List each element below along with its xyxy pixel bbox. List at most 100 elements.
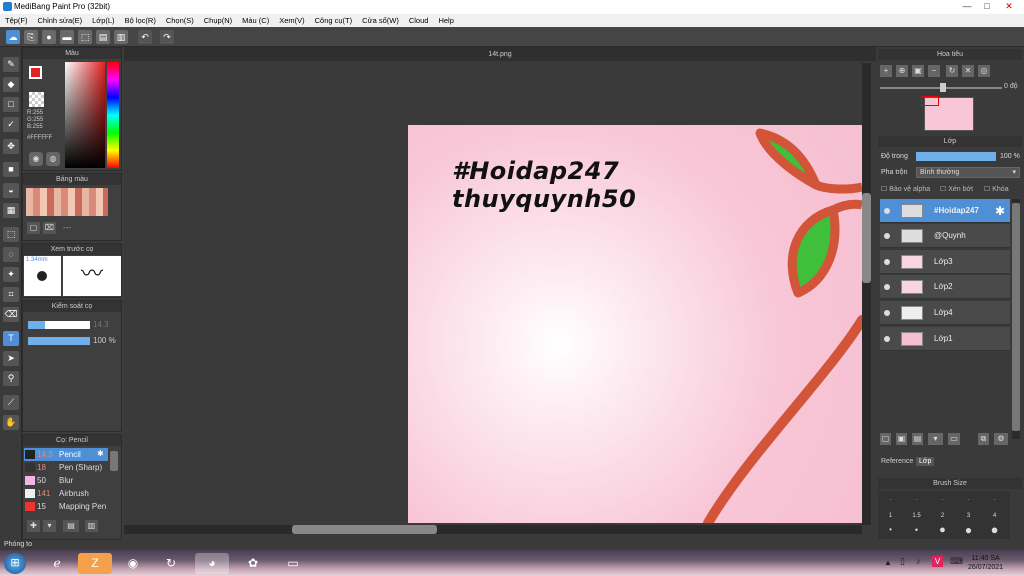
menu-cloud[interactable]: Cloud <box>404 14 434 27</box>
layer-row[interactable]: Lớp3 <box>880 250 1010 274</box>
new-palette-icon[interactable]: ▢ <box>27 222 40 234</box>
volume-icon[interactable]: ♪ <box>916 556 921 566</box>
start-button-icon[interactable]: ⊞ <box>4 553 26 574</box>
hand-tool-icon[interactable]: ✋ <box>3 415 19 430</box>
brush-item[interactable]: 18 Pen (Sharp) <box>24 461 108 474</box>
new-layer-icon[interactable]: ▢ <box>880 433 891 445</box>
fit-window-icon[interactable]: ▣ <box>912 65 924 77</box>
duplicate-layer-icon[interactable]: ⧉ <box>978 433 989 445</box>
palette-picker-icon[interactable]: ◍ <box>46 152 60 166</box>
layer-row[interactable]: #Hoidap247 ✱ <box>880 199 1010 223</box>
undo-icon[interactable]: ↶ <box>138 30 152 44</box>
clipping-checkbox[interactable]: ☐ Xén bớt <box>940 185 973 193</box>
menu-help[interactable]: Help <box>433 14 458 27</box>
brush-opacity-slider[interactable] <box>28 337 90 345</box>
brush-item[interactable]: 15 Mapping Pen <box>24 500 108 513</box>
document-tab[interactable]: 14t.png <box>124 48 876 61</box>
navigator-thumbnail[interactable] <box>921 96 974 131</box>
menu-window[interactable]: Cửa sổ(W) <box>357 14 404 27</box>
zoom-fit-icon[interactable]: ⊕ <box>896 65 908 77</box>
new-layer-1bit-icon[interactable]: ▤ <box>912 433 923 445</box>
primary-color-swatch[interactable] <box>29 66 42 79</box>
layer-visibility-icon[interactable] <box>884 208 890 214</box>
vertical-scrollbar[interactable] <box>862 63 871 525</box>
brush-size-grid[interactable]: · · · · · 1 1.5 2 3 4 • • ● ● ● <box>878 491 1010 539</box>
layer-visibility-icon[interactable] <box>884 259 890 265</box>
palette-wheel-icon[interactable]: ◉ <box>29 152 43 166</box>
rect-select-icon[interactable]: ⬚ <box>3 227 19 242</box>
brush-item[interactable]: 141 Airbrush <box>24 487 108 500</box>
zoom-in-icon[interactable]: + <box>880 65 892 77</box>
tab-reference[interactable]: Reference <box>878 457 916 466</box>
brush-settings-gear-icon[interactable]: ✱ <box>97 449 104 458</box>
comment-icon[interactable]: ● <box>42 30 56 44</box>
layer-row[interactable]: Lớp4 <box>880 301 1010 325</box>
minimize-button[interactable]: — <box>958 0 976 13</box>
layer-row[interactable]: Lớp2 <box>880 275 1010 299</box>
lock-checkbox[interactable]: ☐ Khóa <box>984 185 1009 193</box>
new-file-icon[interactable]: ⎘ <box>24 30 38 44</box>
add-brush-icon[interactable]: ✚ <box>27 520 40 532</box>
close-button[interactable]: ✕ <box>1000 0 1018 13</box>
menu-color[interactable]: Màu (C) <box>237 14 274 27</box>
menu-view[interactable]: Xem(V) <box>274 14 309 27</box>
eyedropper-icon[interactable]: ⚲ <box>3 371 19 386</box>
refresh-app-icon[interactable]: ↻ <box>154 553 188 574</box>
brush-menu-icon[interactable]: ▾ <box>43 520 56 532</box>
language-icon[interactable]: ⌨ <box>950 556 963 567</box>
protect-alpha-checkbox[interactable]: ☐ Bảo vệ alpha <box>881 185 930 193</box>
maximize-button[interactable]: □ <box>978 0 996 13</box>
select-eraser-icon[interactable]: ⌫ <box>3 307 19 322</box>
folder-icon[interactable]: ▭ <box>948 433 960 445</box>
hue-slider[interactable] <box>107 62 119 168</box>
tab-layer[interactable]: Lớp <box>916 457 935 466</box>
network-icon[interactable]: ▯ <box>900 556 905 567</box>
tools-app-icon[interactable]: ✿ <box>236 553 270 574</box>
layer-opacity-slider[interactable] <box>916 152 996 161</box>
rotate-icon[interactable]: ↻ <box>946 65 958 77</box>
layer-row[interactable]: Lớp1 <box>880 327 1010 351</box>
select-brush-icon[interactable]: ⌗ <box>3 287 19 302</box>
select-pen-icon[interactable]: ✓ <box>3 117 19 132</box>
palette-swatches[interactable] <box>26 188 108 216</box>
v-app-icon[interactable]: V <box>932 556 943 567</box>
menu-file[interactable]: Tệp(F) <box>0 14 33 27</box>
eraser-tool-icon[interactable]: ◆ <box>3 77 19 92</box>
menu-layer[interactable]: Lớp(L) <box>87 14 119 27</box>
horizontal-scrollbar[interactable] <box>124 525 862 534</box>
layer-visibility-icon[interactable] <box>884 310 890 316</box>
document-icon[interactable]: ▥ <box>114 30 128 44</box>
menu-snap[interactable]: Chụp(N) <box>199 14 237 27</box>
blend-mode-select[interactable]: Bình thường ▾ <box>916 167 1020 178</box>
layer-settings-icon[interactable]: ⚙ <box>994 433 1008 445</box>
menu-edit[interactable]: Chỉnh sửa(E) <box>33 14 88 27</box>
brush-item[interactable]: 14.3 Pencil ✱ <box>24 448 108 461</box>
menu-tools[interactable]: Công cụ(T) <box>310 14 358 27</box>
tray-arrow-icon[interactable]: ▲ <box>884 558 892 567</box>
brush-options-icon[interactable]: ▤ <box>63 520 79 532</box>
brush-doc-icon[interactable]: ▥ <box>85 520 98 532</box>
browser-icon[interactable]: ℯ <box>40 553 74 574</box>
bucket-tool-icon[interactable]: ◒ <box>3 183 19 198</box>
operation-tool-icon[interactable]: ➤ <box>3 351 19 366</box>
file-explorer-icon[interactable]: ▭ <box>276 553 310 574</box>
delete-palette-icon[interactable]: ⌧ <box>43 222 56 234</box>
text-tool-icon[interactable]: T <box>3 331 19 346</box>
gradient-tool-icon[interactable]: ▦ <box>3 203 19 218</box>
save-icon[interactable]: ▤ <box>96 30 110 44</box>
layer-list-scrollbar[interactable] <box>1012 199 1020 439</box>
menu-select[interactable]: Chọn(S) <box>161 14 199 27</box>
brush-tool-icon[interactable]: ✎ <box>3 57 19 72</box>
new-layer-8bit-icon[interactable]: ▣ <box>896 433 907 445</box>
brush-list-scrollbar[interactable] <box>110 451 118 471</box>
zalo-icon[interactable]: Z <box>78 553 112 574</box>
drawing-canvas[interactable]: #Hoidap247 thuyquynh50 <box>408 125 862 523</box>
reset-view-icon[interactable]: ◎ <box>978 65 990 77</box>
magic-wand-icon[interactable]: ✦ <box>3 267 19 282</box>
chat-icon[interactable]: ▬ <box>60 30 74 44</box>
divide-tool-icon[interactable]: ⟋ <box>3 395 19 410</box>
add-layer-menu-icon[interactable]: ▾ <box>928 433 943 445</box>
menu-filter[interactable]: Bộ lọc(R) <box>120 14 161 27</box>
brush-size-slider[interactable] <box>28 321 90 329</box>
layer-row[interactable]: @Quynh <box>880 224 1010 248</box>
